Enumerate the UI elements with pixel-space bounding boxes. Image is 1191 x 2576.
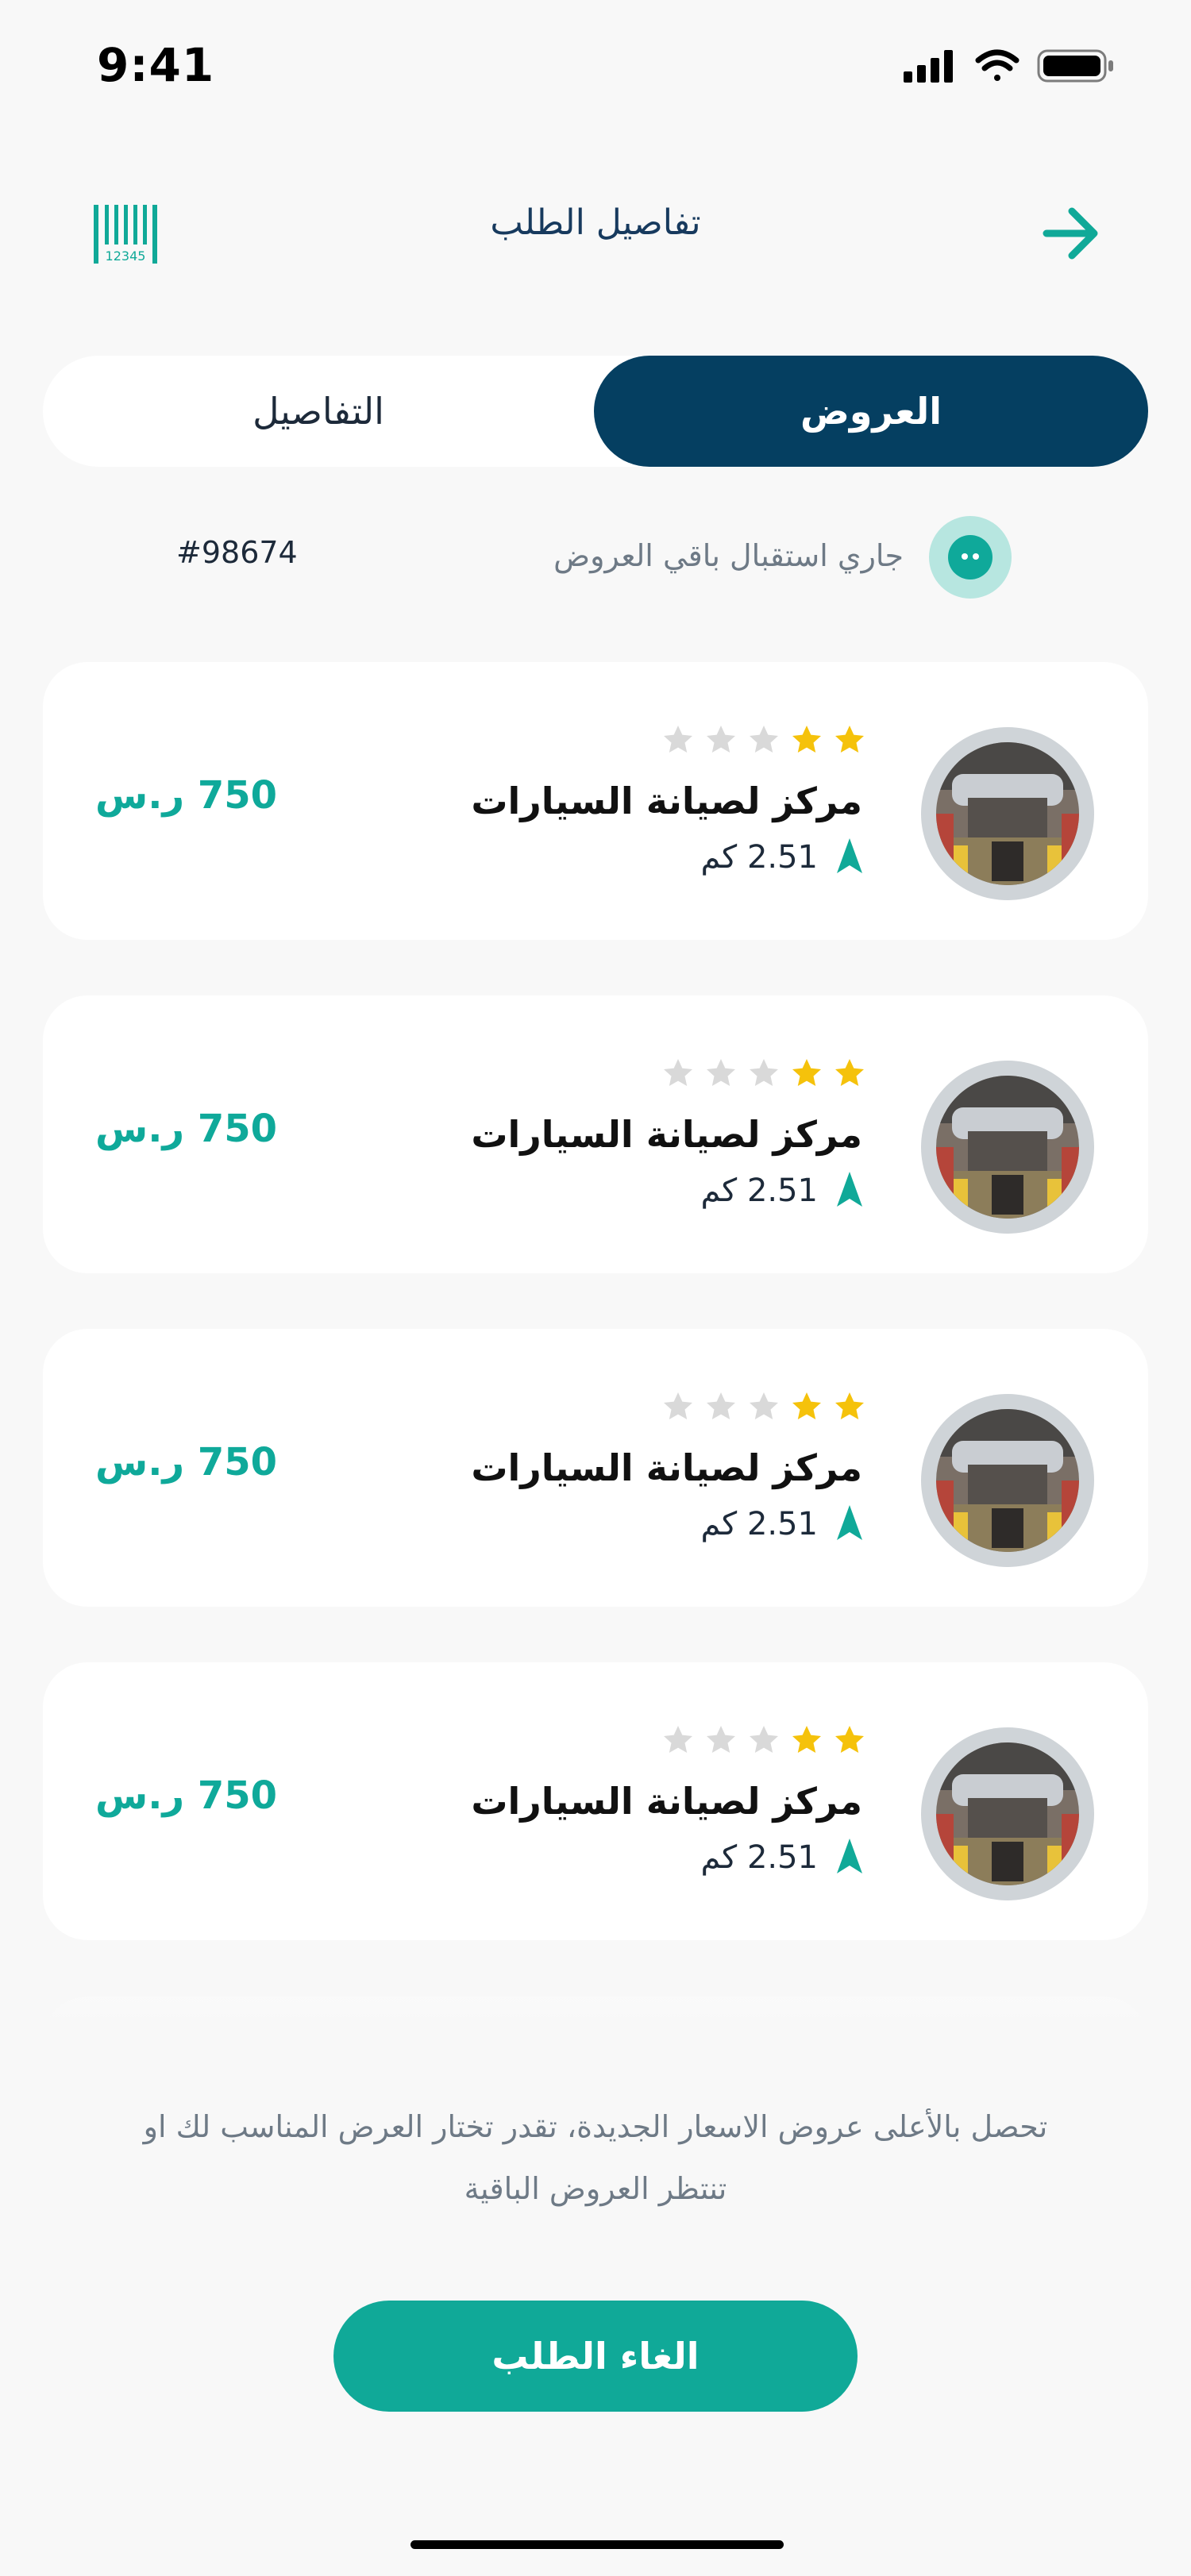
- star-empty-icon: [707, 1726, 735, 1753]
- service-center-avatar: [921, 727, 1094, 900]
- star-empty-icon: [707, 726, 735, 753]
- star-filled-icon: [835, 1059, 864, 1086]
- page-title: تفاصيل الطلب: [490, 202, 701, 243]
- star-filled-icon: [792, 1392, 821, 1419]
- distance-text: 2.51 كم: [700, 839, 818, 876]
- offers-details-tabs: التفاصيل العروض: [43, 356, 1148, 467]
- star-filled-icon: [792, 726, 821, 753]
- status-icons: [904, 46, 1118, 89]
- star-empty-icon: [750, 1392, 778, 1419]
- navigation-arrow-icon: [837, 1172, 862, 1210]
- cancel-order-button[interactable]: الغاء الطلب: [333, 2301, 858, 2412]
- offer-price: 750 ر.س: [95, 1773, 278, 1818]
- wifi-icon: [975, 49, 1019, 81]
- star-empty-icon: [750, 1059, 778, 1086]
- waiting-indicator-icon: [929, 516, 1012, 599]
- waiting-status-text: جاري استقبال باقي العروض: [553, 538, 904, 573]
- star-filled-icon: [792, 1059, 821, 1086]
- tab-details[interactable]: التفاصيل: [43, 356, 594, 467]
- distance-info: 2.51 كم: [701, 1839, 862, 1877]
- star-empty-icon: [664, 726, 692, 753]
- distance-info: 2.51 كم: [701, 1505, 862, 1543]
- service-center-name: مركز لصيانة السيارات: [471, 780, 862, 822]
- navigation-arrow-icon: [837, 1839, 862, 1877]
- svg-text:12345: 12345: [106, 248, 146, 264]
- rating-stars: [662, 1057, 865, 1089]
- signal-icon: [904, 50, 953, 83]
- offer-card[interactable]: مركز لصيانة السيارات 2.51 كم 750 ر.س: [43, 662, 1148, 940]
- offer-price: 750 ر.س: [95, 1107, 278, 1151]
- offers-hint-text: تحصل بالأعلى عروض الاسعار الجديدة، تقدر …: [143, 2109, 1048, 2206]
- status-time: 9:41: [97, 38, 215, 92]
- distance-info: 2.51 كم: [701, 1172, 862, 1210]
- star-filled-icon: [835, 1392, 864, 1419]
- star-empty-icon: [750, 726, 778, 753]
- navigation-arrow-icon: [837, 1505, 862, 1543]
- order-number: #98674: [176, 535, 298, 570]
- star-empty-icon: [664, 1726, 692, 1753]
- battery-icon: [1037, 49, 1113, 83]
- star-empty-icon: [707, 1059, 735, 1086]
- star-empty-icon: [750, 1726, 778, 1753]
- service-center-name: مركز لصيانة السيارات: [471, 1446, 862, 1489]
- star-empty-icon: [664, 1392, 692, 1419]
- tab-offers[interactable]: العروض: [594, 356, 1148, 467]
- rating-stars: [662, 1724, 865, 1756]
- offer-card[interactable]: مركز لصيانة السيارات 2.51 كم 750 ر.س: [43, 1662, 1148, 1940]
- service-center-name: مركز لصيانة السيارات: [471, 1113, 862, 1156]
- star-filled-icon: [835, 1726, 864, 1753]
- star-empty-icon: [707, 1392, 735, 1419]
- offer-price: 750 ر.س: [95, 1440, 278, 1484]
- rating-stars: [662, 1391, 865, 1423]
- offer-card[interactable]: مركز لصيانة السيارات 2.51 كم 750 ر.س: [43, 995, 1148, 1273]
- star-filled-icon: [835, 726, 864, 753]
- distance-text: 2.51 كم: [700, 1506, 818, 1542]
- service-center-avatar: [921, 1061, 1094, 1234]
- home-indicator: [410, 2540, 784, 2549]
- service-center-name: مركز لصيانة السيارات: [471, 1780, 862, 1823]
- offer-card[interactable]: مركز لصيانة السيارات 2.51 كم 750 ر.س: [43, 1329, 1148, 1607]
- offer-price: 750 ر.س: [95, 773, 278, 818]
- star-filled-icon: [792, 1726, 821, 1753]
- distance-text: 2.51 كم: [700, 1172, 818, 1209]
- arrow-right-icon[interactable]: [1042, 203, 1102, 267]
- navigation-arrow-icon: [837, 838, 862, 876]
- distance-text: 2.51 كم: [700, 1839, 818, 1876]
- service-center-avatar: [921, 1727, 1094, 1900]
- service-center-avatar: [921, 1394, 1094, 1567]
- bottom-fade-overlay: [0, 1945, 1191, 2576]
- distance-info: 2.51 كم: [701, 838, 862, 876]
- star-empty-icon: [664, 1059, 692, 1086]
- rating-stars: [662, 724, 865, 756]
